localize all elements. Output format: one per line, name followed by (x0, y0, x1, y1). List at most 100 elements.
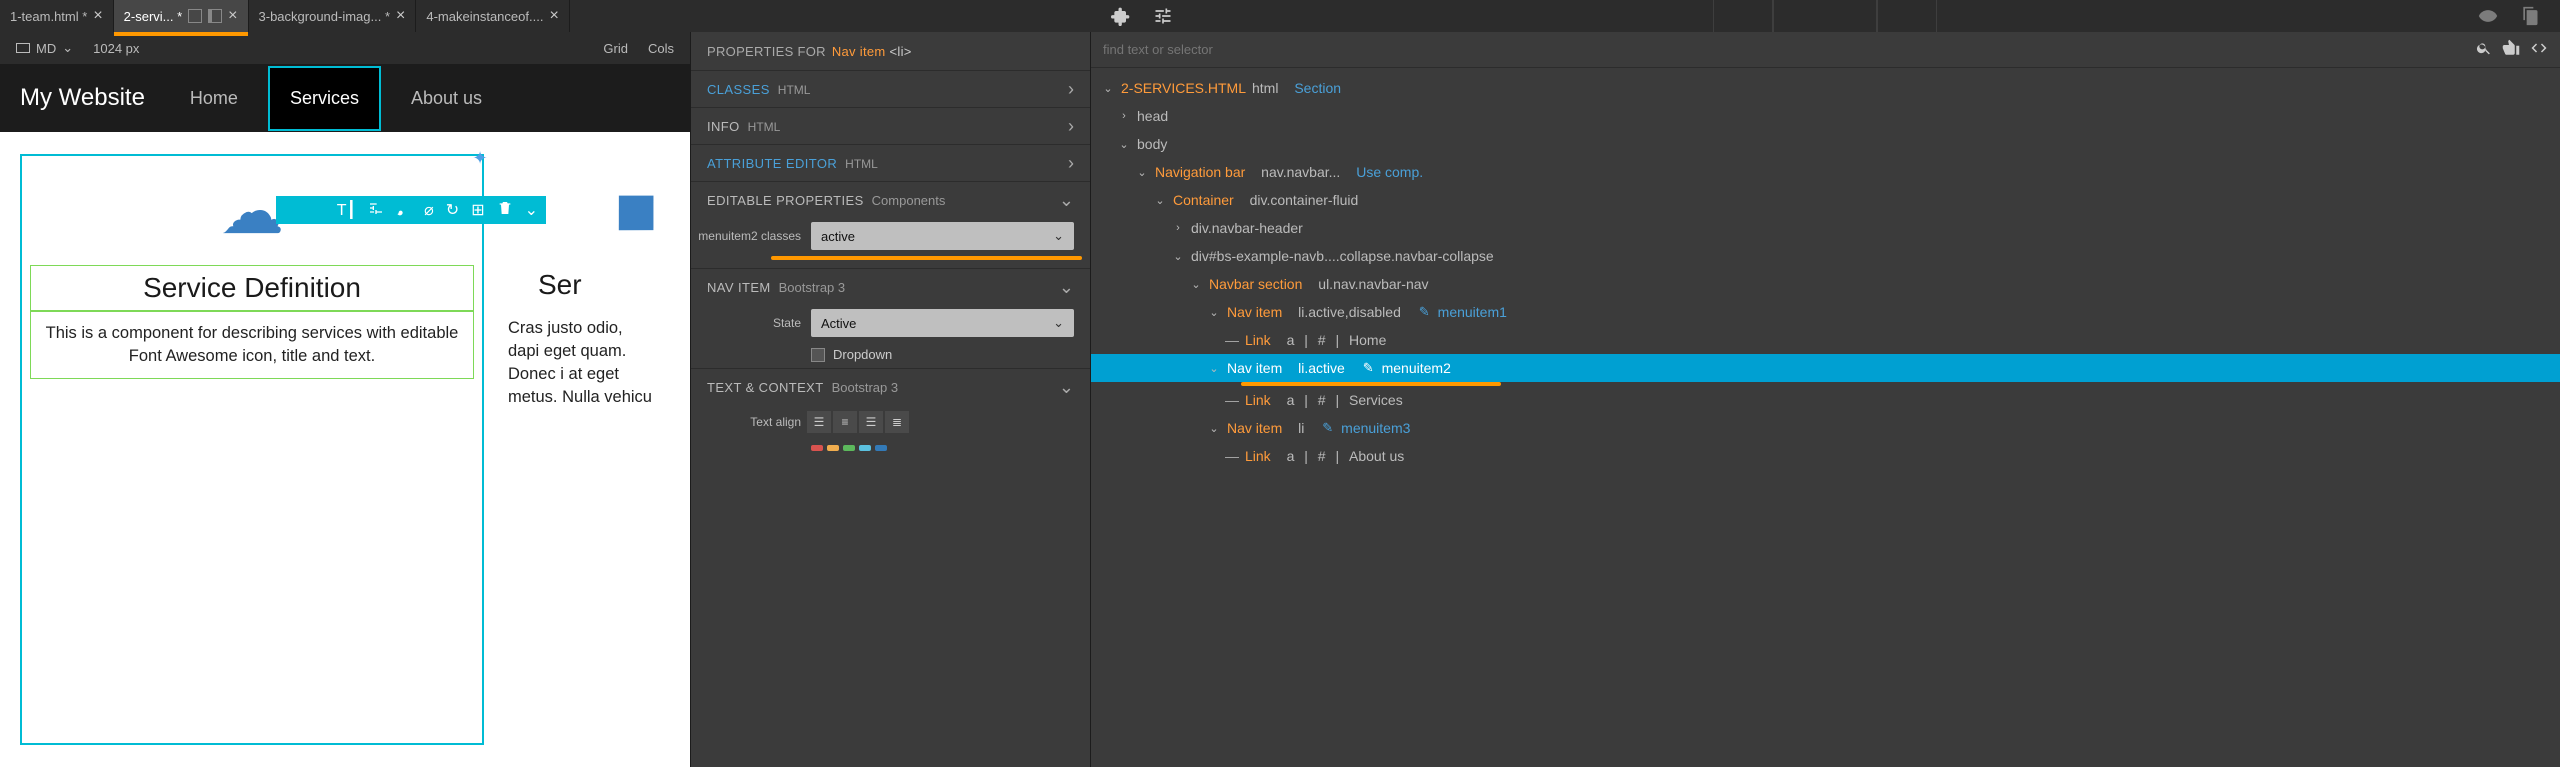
chevron-down-icon[interactable]: ⌄ (1101, 82, 1115, 95)
tree-navitem1-node[interactable]: ⌄ Nav item li.active,disabled ✎ menuitem… (1091, 298, 2560, 326)
tab-3-background[interactable]: 3-background-imag... * × (249, 0, 417, 32)
chevron-down-icon[interactable]: ⌄ (1153, 194, 1167, 207)
color-swatch[interactable] (843, 445, 855, 451)
align-center-button[interactable]: ≡ (833, 411, 857, 433)
color-swatches (811, 439, 1090, 457)
tree-link1-node[interactable]: — Link a | # | Home (1091, 326, 2560, 354)
chevron-down-icon[interactable]: ⌄ (1135, 166, 1149, 179)
chevron-down-icon[interactable]: ⌄ (1207, 306, 1221, 319)
tab-1-team[interactable]: 1-team.html * × (0, 0, 114, 32)
close-icon[interactable]: × (549, 7, 558, 25)
chevron-down-icon[interactable]: ⌄ (1189, 278, 1203, 291)
tree-link3-node[interactable]: — Link a | # | About us (1091, 442, 2560, 470)
cloud-icon: ☁ (220, 174, 284, 249)
pencil-icon[interactable]: ✎ (1363, 360, 1374, 376)
field-dropdown[interactable]: Dropdown (811, 341, 1090, 368)
breakpoint-selector[interactable]: MD ⌄ (16, 40, 73, 56)
tree-navitem2-node[interactable]: ⌄ Nav item li.active ✎ menuitem2 (1091, 354, 2560, 382)
tab-4-makeinstance[interactable]: 4-makeinstanceof.... × (416, 0, 569, 32)
align-left-button[interactable]: ☰ (807, 411, 831, 433)
properties-panel: PROPERTIES FOR Nav item <li> CLASSESHTML… (690, 0, 1090, 767)
align-right-button[interactable]: ☰ (859, 411, 883, 433)
link-icon[interactable]: ⌀ (424, 200, 434, 220)
close-icon[interactable]: × (228, 7, 237, 25)
nav-home[interactable]: Home (170, 68, 258, 129)
section-info[interactable]: INFOHTML › (691, 108, 1090, 144)
tab-2-services[interactable]: 2-servi... * × (114, 0, 249, 32)
sliders-icon[interactable] (368, 200, 384, 221)
chevron-down-icon[interactable]: ⌄ (1171, 250, 1185, 263)
search-input[interactable] (1103, 42, 2466, 57)
properties-header: PROPERTIES FOR Nav item <li> (691, 32, 1090, 70)
active-tab-underline (114, 32, 248, 36)
grid-toggle[interactable]: Grid (603, 41, 628, 56)
align-justify-button[interactable]: ≣ (885, 411, 909, 433)
trash-icon[interactable] (497, 200, 513, 221)
color-swatch[interactable] (827, 445, 839, 451)
tree-navheader-node[interactable]: › div.navbar-header (1091, 214, 2560, 242)
select-menuitem2-classes[interactable]: active ⌄ (811, 222, 1074, 250)
field-text-align: Text align ☰ ≡ ☰ ≣ (691, 405, 1090, 439)
service-card-1[interactable]: ✦ ☁ Service Definition This is a compone… (20, 154, 484, 745)
window-icon[interactable] (188, 9, 202, 23)
field-label: menuitem2 classes (691, 229, 801, 243)
chevron-down-icon: ⌄ (1059, 190, 1074, 211)
right-toolbar-group2 (1773, 0, 1877, 32)
chevron-down-icon[interactable]: ⌄ (1207, 362, 1221, 375)
color-swatch[interactable] (811, 445, 823, 451)
close-icon[interactable]: × (396, 7, 405, 25)
split-icon[interactable] (208, 9, 222, 23)
section-nav-item[interactable]: NAV ITEMBootstrap 3 ⌄ (691, 269, 1090, 305)
pencil-icon[interactable]: ✎ (1322, 420, 1333, 436)
chevron-down-icon[interactable]: ⌄ (525, 200, 538, 220)
color-swatch[interactable] (875, 445, 887, 451)
brand-text: My Website (20, 84, 145, 112)
nav-about[interactable]: About us (391, 68, 502, 129)
file-tabs: 1-team.html * × 2-servi... * × 3-backgro… (0, 0, 570, 32)
tree-navbar-node[interactable]: ⌄ Navigation bar nav.navbar... Use comp. (1091, 158, 2560, 186)
design-canvas[interactable]: My Website Home Services About us ✦ ☁ Se… (0, 64, 690, 767)
puzzle-icon[interactable] (1111, 6, 1131, 26)
chevron-down-icon[interactable]: ⌄ (1207, 422, 1221, 435)
tree-collapse-node[interactable]: ⌄ div#bs-example-navb....collapse.navbar… (1091, 242, 2560, 270)
chevron-right-icon: › (1068, 116, 1074, 137)
viewport-width[interactable]: 1024 px (93, 41, 139, 56)
brush-icon[interactable] (396, 200, 412, 221)
close-icon[interactable]: × (93, 7, 102, 25)
chevron-down-icon: ⌄ (62, 40, 73, 56)
text-edit-icon[interactable]: T┃ (337, 200, 356, 220)
copy-icon[interactable] (2520, 6, 2540, 26)
breakpoint-label: MD (36, 41, 56, 56)
thumbs-down-icon[interactable] (2502, 39, 2520, 60)
tree-navsection-node[interactable]: ⌄ Navbar section ul.nav.navbar-nav (1091, 270, 2560, 298)
chevron-right-icon[interactable]: › (1117, 110, 1131, 122)
tree-container-node[interactable]: ⌄ Container div.container-fluid (1091, 186, 2560, 214)
color-swatch[interactable] (859, 445, 871, 451)
tree-file-node[interactable]: ⌄ 2-SERVICES.HTML html Section (1091, 74, 2560, 102)
section-classes[interactable]: CLASSESHTML › (691, 71, 1090, 107)
eye-icon[interactable] (2478, 6, 2498, 26)
chevron-down-icon[interactable]: ⌄ (1117, 138, 1131, 151)
nav-services[interactable]: Services (268, 66, 381, 131)
tree-head-node[interactable]: › head (1091, 102, 2560, 130)
grid-icon[interactable]: ⊞ (471, 200, 484, 220)
checkbox-icon[interactable] (811, 348, 825, 362)
chevron-right-icon[interactable]: › (1171, 222, 1185, 234)
section-text-context[interactable]: TEXT & CONTEXTBootstrap 3 ⌄ (691, 369, 1090, 405)
tree-navitem3-node[interactable]: ⌄ Nav item li ✎ menuitem3 (1091, 414, 2560, 442)
card-title: Ser (498, 263, 662, 307)
sliders-icon[interactable] (1153, 6, 1173, 26)
preview-navbar: My Website Home Services About us (0, 64, 690, 132)
section-attribute-editor[interactable]: ATTRIBUTE EDITORHTML › (691, 145, 1090, 181)
prop-header-tag: <li> (890, 44, 912, 59)
select-state[interactable]: Active ⌄ (811, 309, 1074, 337)
cols-toggle[interactable]: Cols (648, 41, 674, 56)
tree-link2-node[interactable]: — Link a | # | Services (1091, 386, 2560, 414)
tree-body-node[interactable]: ⌄ body (1091, 130, 2560, 158)
refresh-icon[interactable]: ↻ (446, 200, 459, 220)
search-icon[interactable] (2476, 40, 2492, 59)
pencil-icon[interactable]: ✎ (1419, 304, 1430, 320)
service-card-2[interactable]: ◆ Ser Cras justo odio, dapi eget quam. D… (490, 154, 670, 745)
section-editable-props[interactable]: EDITABLE PROPERTIESComponents ⌄ (691, 182, 1090, 218)
code-icon[interactable] (2530, 39, 2548, 60)
